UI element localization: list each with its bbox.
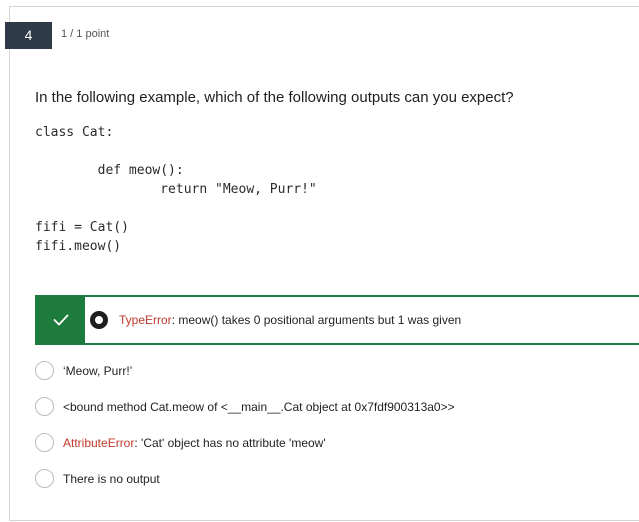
error-type: AttributeError — [63, 436, 135, 450]
question-points: 1 / 1 point — [61, 28, 110, 40]
answer-option-text: There is no output — [63, 472, 160, 486]
radio-button[interactable] — [35, 397, 54, 416]
selected-answer-text: TypeError: meow() takes 0 positional arg… — [119, 313, 461, 327]
code-line: def meow(): — [35, 163, 184, 178]
correct-indicator — [37, 297, 85, 343]
error-type: TypeError — [119, 313, 172, 327]
radio-button[interactable] — [35, 433, 54, 452]
error-message: : meow() takes 0 positional arguments bu… — [171, 313, 462, 327]
code-line: fifi = Cat() — [35, 220, 129, 235]
selected-radio-button[interactable] — [90, 311, 108, 329]
checkmark-icon — [53, 314, 69, 326]
code-line: return "Meow, Purr!" — [35, 182, 317, 197]
question-number-badge: 4 — [5, 22, 52, 49]
error-message: : 'Cat' object has no attribute 'meow' — [134, 436, 326, 450]
question-prompt: In the following example, which of the f… — [35, 89, 514, 106]
code-line: class Cat: — [35, 125, 114, 140]
answer-option-text: AttributeError: 'Cat' object has no attr… — [63, 436, 326, 450]
selected-answer-option[interactable]: TypeError: meow() takes 0 positional arg… — [35, 295, 639, 345]
radio-button[interactable] — [35, 469, 54, 488]
answer-option-text: ‘Meow, Purr!’ — [63, 364, 133, 378]
code-line: fifi.meow() — [35, 239, 122, 254]
answer-option-text: <bound method Cat.meow of <__main__.Cat … — [63, 400, 455, 414]
code-block: class Cat: def meow(): return "Meow, Pur… — [35, 123, 317, 254]
radio-button[interactable] — [35, 361, 54, 380]
